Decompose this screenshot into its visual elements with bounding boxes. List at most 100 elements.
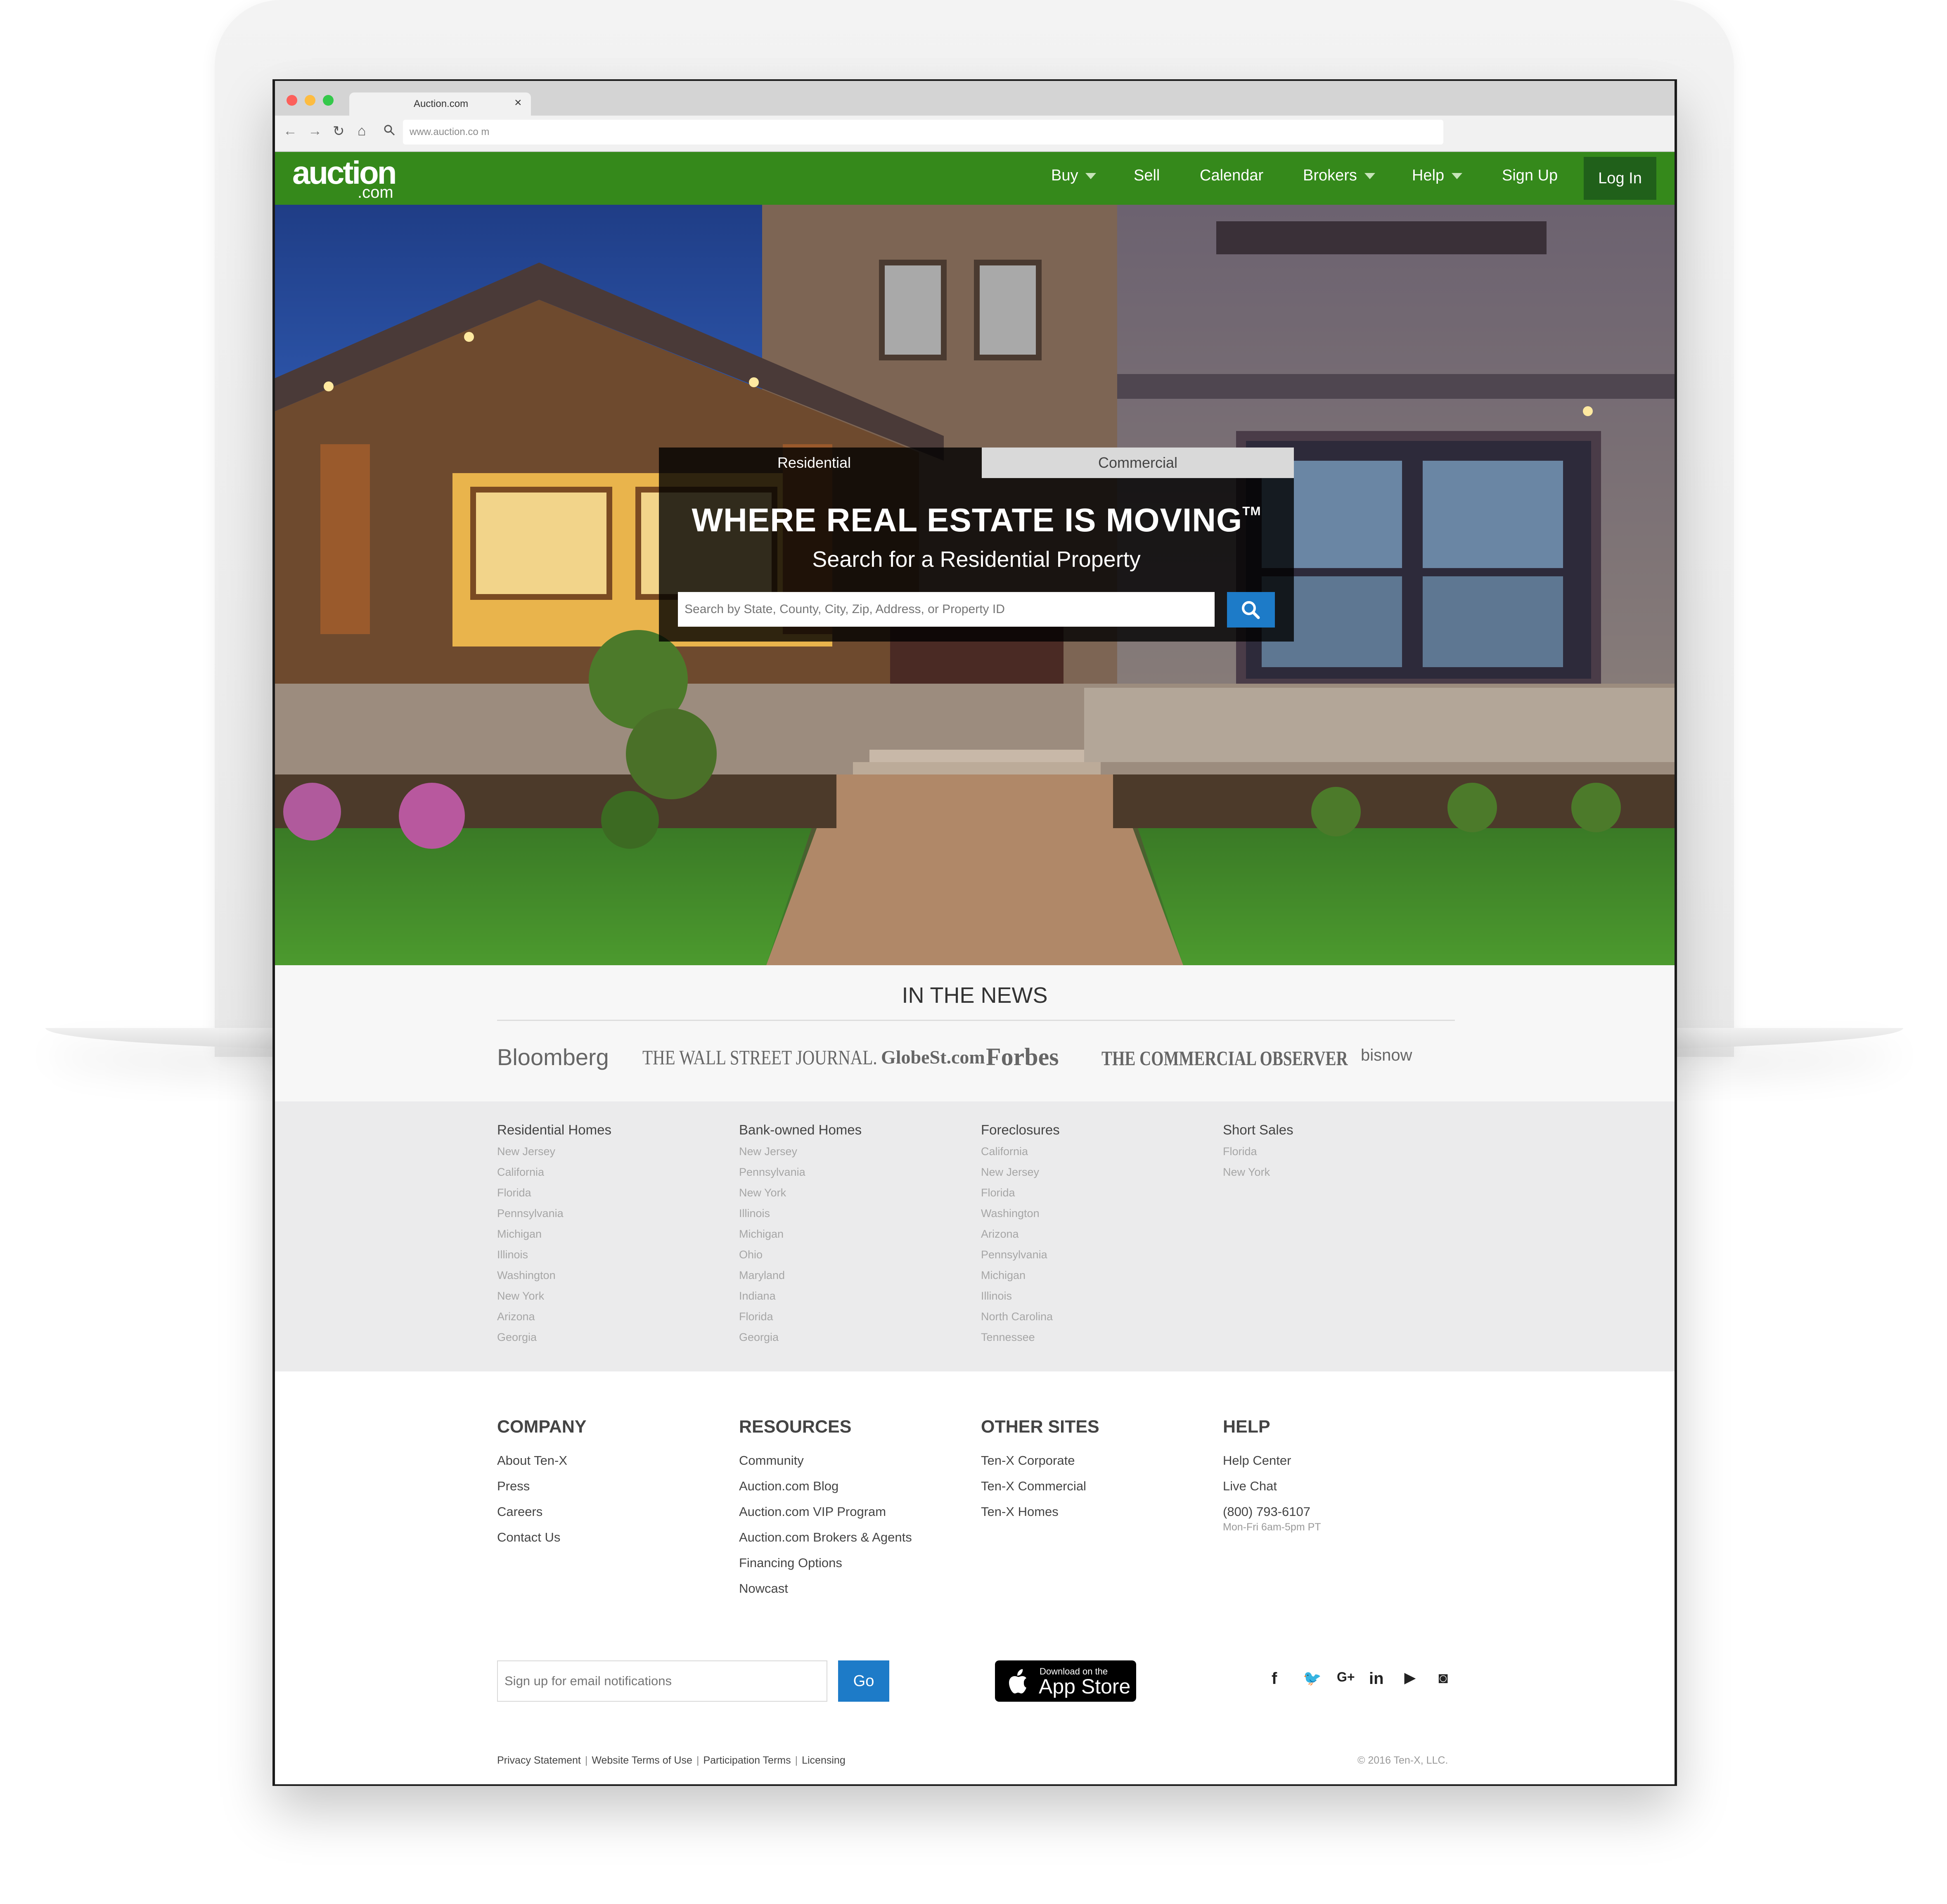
list-item[interactable]: New York [497,1286,611,1306]
list-item[interactable]: Washington [981,1203,1060,1224]
footer-link[interactable]: Contact Us [497,1525,587,1550]
auction-logo[interactable]: auction .com [292,156,397,201]
list-item[interactable]: New Jersey [739,1141,862,1162]
linkedin-icon[interactable]: in [1369,1670,1384,1688]
forbes-logo[interactable]: Forbes [986,1043,1059,1071]
footer-link[interactable]: Ten-X Corporate [981,1448,1099,1473]
list-item[interactable]: Michigan [497,1224,611,1244]
list-item[interactable]: Arizona [981,1224,1060,1244]
footer-link[interactable]: Financing Options [739,1550,912,1576]
list-item[interactable]: Florida [739,1306,862,1327]
app-store-big-text: App Store [1039,1675,1131,1698]
address-bar[interactable]: www.auction.co m [403,120,1443,144]
list-item[interactable]: Florida [1223,1141,1293,1162]
list-item[interactable]: Illinois [981,1286,1060,1306]
footer-phone[interactable]: (800) 793-6107 [1223,1499,1321,1525]
list-item[interactable]: Washington [497,1265,611,1286]
footer-link[interactable]: Ten-X Homes [981,1499,1099,1525]
licensing-link[interactable]: Licensing [802,1755,846,1766]
footer-link[interactable]: Live Chat [1223,1473,1321,1499]
short-sales-heading[interactable]: Short Sales [1223,1122,1293,1138]
list-item[interactable]: Ohio [739,1244,862,1265]
list-item[interactable]: Pennsylvania [739,1162,862,1182]
list-item[interactable]: Michigan [739,1224,862,1244]
footer-resources-column: RESOURCES Community Auction.com Blog Auc… [739,1417,912,1601]
footer-link[interactable]: Auction.com Blog [739,1473,912,1499]
tab-close-icon[interactable]: × [514,96,522,110]
list-item[interactable]: California [497,1162,611,1182]
home-icon[interactable]: ⌂ [358,123,366,139]
list-item[interactable]: New Jersey [981,1162,1060,1182]
legal-separator: | [696,1755,699,1766]
terms-of-use-link[interactable]: Website Terms of Use [592,1755,692,1766]
browser-tab[interactable]: Auction.com × [349,92,531,116]
list-item[interactable]: Arizona [497,1306,611,1327]
youtube-icon[interactable]: ▶ [1405,1670,1415,1686]
list-item[interactable]: Illinois [739,1203,862,1224]
nav-sell[interactable]: Sell [1134,167,1160,185]
wsj-logo[interactable]: THE WALL STREET JOURNAL. [642,1045,877,1069]
hero-title: WHERE REAL ESTATE IS MOVINGTM [659,501,1294,539]
twitter-icon[interactable]: 🐦 [1303,1670,1322,1687]
footer-link[interactable]: Auction.com Brokers & Agents [739,1525,912,1550]
close-window-dot[interactable] [287,95,297,106]
footer-link[interactable]: Ten-X Commercial [981,1473,1099,1499]
nav-buy[interactable]: Buy [1051,167,1097,185]
list-item[interactable]: Tennessee [981,1327,1060,1347]
participation-terms-link[interactable]: Participation Terms [703,1755,791,1766]
nav-signup[interactable]: Sign Up [1502,167,1558,185]
list-item[interactable]: Florida [981,1182,1060,1203]
foreclosures-heading[interactable]: Foreclosures [981,1122,1060,1138]
browser-tab-title: Auction.com [414,98,469,109]
list-item[interactable]: Georgia [497,1327,611,1347]
instagram-icon[interactable]: ◙ [1438,1670,1448,1687]
footer-link[interactable]: About Ten-X [497,1448,587,1473]
footer-link[interactable]: Careers [497,1499,587,1525]
nav-calendar[interactable]: Calendar [1200,167,1263,185]
nav-brokers[interactable]: Brokers [1303,167,1375,185]
login-button[interactable]: Log In [1584,157,1656,200]
bisnow-logo[interactable]: bisnow [1361,1046,1412,1065]
list-item[interactable]: New York [739,1182,862,1203]
nav-help[interactable]: Help [1412,167,1463,185]
footer-link[interactable]: Help Center [1223,1448,1321,1473]
residential-homes-heading[interactable]: Residential Homes [497,1122,611,1138]
list-item[interactable]: North Carolina [981,1306,1060,1327]
email-signup-input[interactable] [497,1660,827,1702]
privacy-statement-link[interactable]: Privacy Statement [497,1755,581,1766]
list-item[interactable]: Pennsylvania [497,1203,611,1224]
footer-link[interactable]: Community [739,1448,912,1473]
google-plus-icon[interactable]: G+ [1337,1670,1355,1685]
list-item[interactable]: Pennsylvania [981,1244,1060,1265]
bloomberg-logo[interactable]: Bloomberg [497,1044,609,1070]
reload-icon[interactable]: ↻ [333,123,345,140]
footer-link[interactable]: Auction.com VIP Program [739,1499,912,1525]
minimize-window-dot[interactable] [305,95,315,106]
list-item[interactable]: Indiana [739,1286,862,1306]
list-item[interactable]: Michigan [981,1265,1060,1286]
list-item[interactable]: Florida [497,1182,611,1203]
list-item[interactable]: Maryland [739,1265,862,1286]
list-item[interactable]: California [981,1141,1060,1162]
list-item[interactable]: New Jersey [497,1141,611,1162]
footer-link[interactable]: Nowcast [739,1576,912,1601]
globest-logo[interactable]: GlobeSt.com [881,1046,985,1068]
search-button[interactable] [1227,592,1275,628]
footer-link[interactable]: Press [497,1473,587,1499]
list-item[interactable]: Illinois [497,1244,611,1265]
maximize-window-dot[interactable] [323,95,334,106]
forward-arrow-icon[interactable]: → [308,123,322,139]
commercial-observer-logo[interactable]: THE COMMERCIAL OBSERVER [1101,1046,1348,1070]
app-store-badge[interactable]: Download on the App Store [995,1660,1136,1702]
tab-commercial[interactable]: Commercial [982,448,1294,478]
legal-separator: | [795,1755,798,1766]
bank-owned-homes-heading[interactable]: Bank-owned Homes [739,1122,862,1138]
email-go-button[interactable]: Go [838,1660,889,1702]
facebook-icon[interactable]: f [1272,1670,1277,1688]
list-item[interactable]: New York [1223,1162,1293,1182]
property-search-input[interactable] [678,592,1215,627]
chevron-down-icon [1452,173,1463,180]
tab-residential[interactable]: Residential [659,448,969,478]
back-arrow-icon[interactable]: ← [283,123,297,139]
list-item[interactable]: Georgia [739,1327,862,1347]
